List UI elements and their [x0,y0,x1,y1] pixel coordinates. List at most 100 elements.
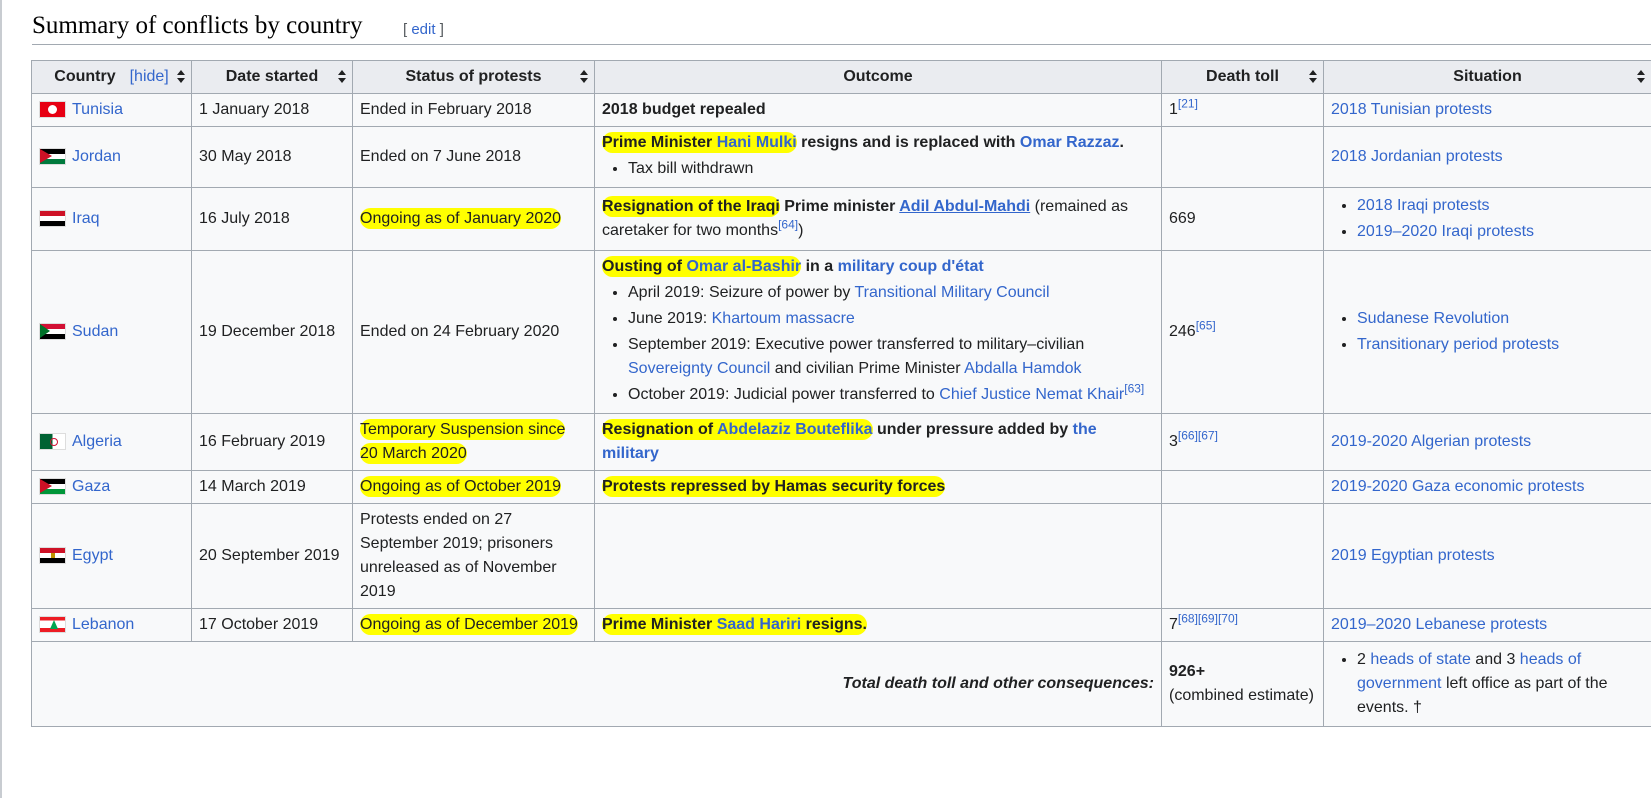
table-row: Gaza 14 March 2019 Ongoing as of October… [31,470,1651,504]
country-link[interactable]: Lebanon [72,616,134,633]
status-cell: Ended in February 2018 [352,93,595,127]
column-header-date[interactable]: Date started [191,60,353,94]
status-cell: Ongoing as of January 2020 [352,187,595,251]
country-link[interactable]: Jordan [72,148,121,165]
outcome-cell: Ousting of Omar al-Bashir in a military … [594,250,1162,414]
egypt-flag-icon [39,547,66,565]
table-row: Egypt 20 September 2019 Protests ended o… [31,503,1651,609]
country-link[interactable]: Algeria [72,433,122,450]
person-link[interactable]: Omar Razzaz [1020,134,1120,151]
sort-icon[interactable] [177,70,185,84]
table-header-row: Country [hide] Date started Status of pro… [31,60,1651,94]
country-cell: Gaza [31,470,192,504]
table-row: Lebanon 17 October 2019 Ongoing as of De… [31,608,1651,642]
sort-icon[interactable] [1637,70,1645,84]
event-link[interactable]: Khartoum massacre [712,310,855,327]
situation-link[interactable]: 2018 Tunisian protests [1331,101,1492,118]
situation-cell: 2019-2020 Gaza economic protests [1323,470,1651,504]
citation-link[interactable]: [66][67] [1178,429,1218,443]
sort-icon[interactable] [338,70,346,84]
country-link[interactable]: Iraq [72,210,100,227]
situation-link[interactable]: 2018 Iraqi protests [1357,197,1490,214]
situation-cell: 2018 Iraqi protests 2019–2020 Iraqi prote… [1323,187,1651,251]
date-cell: 20 September 2019 [191,503,353,609]
list-item: June 2019: Khartoum massacre [628,307,1154,331]
outcome-cell: 2018 budget repealed [594,93,1162,127]
total-label: Total death toll and other consequences: [31,641,1162,727]
hide-toggle[interactable]: [hide] [130,68,169,85]
person-link[interactable]: Saad Hariri [717,616,801,633]
date-cell: 19 December 2018 [191,250,353,414]
situation-link[interactable]: 2019-2020 Gaza economic protests [1331,478,1584,495]
total-row: Total death toll and other consequences:… [31,641,1651,727]
situation-link[interactable]: 2018 Jordanian protests [1331,148,1503,165]
situation-link[interactable]: 2019-2020 Algerian protests [1331,433,1531,450]
death-toll-cell: 1[21] [1161,93,1324,127]
person-link[interactable]: Abdelaziz Bouteflika [717,421,873,438]
jordan-flag-icon [39,148,66,166]
outcome-cell [594,503,1162,609]
outcome-cell: Resignation of the Iraqi Prime minister … [594,187,1162,251]
date-cell: 16 February 2019 [191,413,353,471]
lebanon-flag-icon [39,616,66,634]
outcome-cell: Resignation of Abdelaziz Bouteflika unde… [594,413,1162,471]
date-cell: 16 July 2018 [191,187,353,251]
situation-cell: 2018 Tunisian protests [1323,93,1651,127]
citation-link[interactable]: [63] [1124,382,1144,396]
org-link[interactable]: Sovereignty Council [628,360,770,377]
country-cell: Jordan [31,126,192,188]
person-link[interactable]: Omar al-Bashir [686,258,801,275]
situation-link[interactable]: 2019 Egyptian protests [1331,547,1495,564]
status-cell: Ongoing as of October 2019 [352,470,595,504]
situation-link[interactable]: 2019–2020 Lebanese protests [1331,616,1547,633]
country-cell: Iraq [31,187,192,251]
citation-link[interactable]: [68][69][70] [1178,612,1238,626]
situation-link[interactable]: Sudanese Revolution [1357,310,1509,327]
heads-of-state-link[interactable]: heads of state [1370,651,1471,668]
column-header-outcome: Outcome [594,60,1162,94]
country-link[interactable]: Sudan [72,323,118,340]
dagger-mark: † [1408,699,1422,716]
date-cell: 30 May 2018 [191,126,353,188]
situation-cell: 2019-2020 Algerian protests [1323,413,1651,471]
person-link[interactable]: Abdalla Hamdok [964,360,1081,377]
column-header-status[interactable]: Status of protests [352,60,595,94]
country-link[interactable]: Tunisia [72,101,123,118]
event-link[interactable]: military coup d'état [838,258,984,275]
citation-link[interactable]: [21] [1178,97,1198,111]
citation-link[interactable]: [64] [778,218,798,232]
outcome-list: April 2019: Seizure of power by Transiti… [602,281,1154,407]
person-link[interactable]: Chief Justice Nemat Khair [939,386,1124,403]
person-link[interactable]: Hani Mulki [717,134,797,151]
column-header-situation[interactable]: Situation [1323,60,1651,94]
edit-link[interactable]: edit [411,21,435,38]
total-death-toll: 926+ (combined estimate) [1161,641,1324,727]
status-cell: Ended on 7 June 2018 [352,126,595,188]
gaza-flag-icon [39,478,66,496]
column-header-death-toll[interactable]: Death toll [1161,60,1324,94]
sort-icon[interactable] [580,70,588,84]
person-link[interactable]: Adil Abdul-Mahdi [899,198,1030,215]
situation-cell: Sudanese Revolution Transitionary period … [1323,250,1651,414]
country-link[interactable]: Egypt [72,547,113,564]
sort-icon[interactable] [1309,70,1317,84]
section-title: Summary of conflicts by country [32,12,363,39]
situation-link[interactable]: Transitionary period protests [1357,336,1559,353]
column-header-country[interactable]: Country [hide] [31,60,192,94]
edit-section-link[interactable]: [ edit ] [403,21,444,38]
country-cell: Lebanon [31,608,192,642]
list-item: September 2019: Executive power transfer… [628,333,1154,381]
country-cell: Tunisia [31,93,192,127]
citation-link[interactable]: [65] [1196,319,1216,333]
tunisia-flag-icon [39,101,66,119]
death-toll-cell: 3[66][67] [1161,413,1324,471]
table-row: Tunisia 1 January 2018 Ended in February… [31,93,1651,127]
country-cell: Egypt [31,503,192,609]
outcome-cell: Prime Minister Hani Mulki resigns and is… [594,126,1162,188]
country-link[interactable]: Gaza [72,478,110,495]
iraq-flag-icon [39,210,66,228]
outcome-cell: Prime Minister Saad Hariri resigns. [594,608,1162,642]
sudan-flag-icon [39,323,66,341]
org-link[interactable]: Transitional Military Council [855,284,1050,301]
situation-link[interactable]: 2019–2020 Iraqi protests [1357,223,1534,240]
